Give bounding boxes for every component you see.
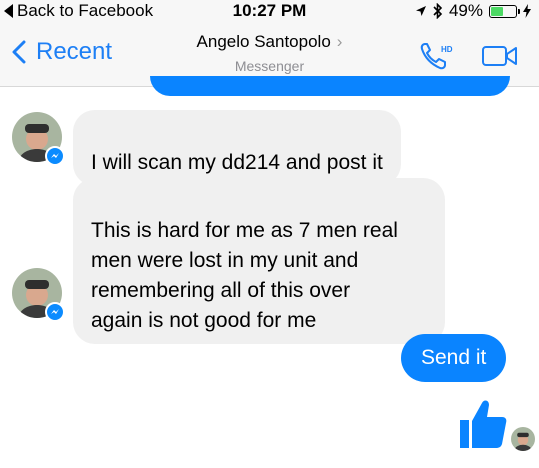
thumbs-up-icon[interactable] (458, 398, 508, 450)
message-bubble-incoming[interactable]: This is hard for me as 7 men real men we… (73, 178, 445, 344)
message-text: I will scan my dd214 and post it (91, 151, 383, 174)
battery-icon (489, 4, 520, 18)
avatar-photo-icon (511, 427, 535, 451)
bluetooth-icon (433, 3, 443, 19)
video-icon[interactable] (481, 44, 519, 68)
message-text: Send it (421, 346, 487, 369)
back-to-facebook-link[interactable]: Back to Facebook (4, 1, 153, 21)
header-actions: HD (419, 40, 519, 72)
previous-message-bubble (150, 76, 510, 96)
status-bar: Back to Facebook 10:27 PM 49% (0, 0, 539, 24)
message-bubble-outgoing[interactable]: Send it (401, 334, 507, 382)
chevron-right-icon: › (336, 32, 343, 51)
messenger-badge-icon (45, 302, 65, 322)
back-to-facebook-label: Back to Facebook (17, 1, 154, 20)
message-text: This is hard for me as 7 men real men we… (91, 219, 398, 332)
contact-name: Angelo Santopolo (196, 32, 331, 51)
battery-percent: 49% (448, 1, 483, 20)
messenger-badge-icon (45, 146, 65, 166)
svg-text:HD: HD (441, 45, 453, 54)
status-indicators: 49% (415, 1, 531, 21)
location-arrow-icon (415, 6, 426, 16)
message-bubble-incoming[interactable]: I will scan my dd214 and post it (73, 110, 401, 186)
phone-hd-icon[interactable]: HD (419, 40, 455, 72)
read-receipt-avatar (511, 427, 535, 451)
back-triangle-icon (4, 4, 13, 18)
charging-bolt-icon (523, 4, 531, 18)
